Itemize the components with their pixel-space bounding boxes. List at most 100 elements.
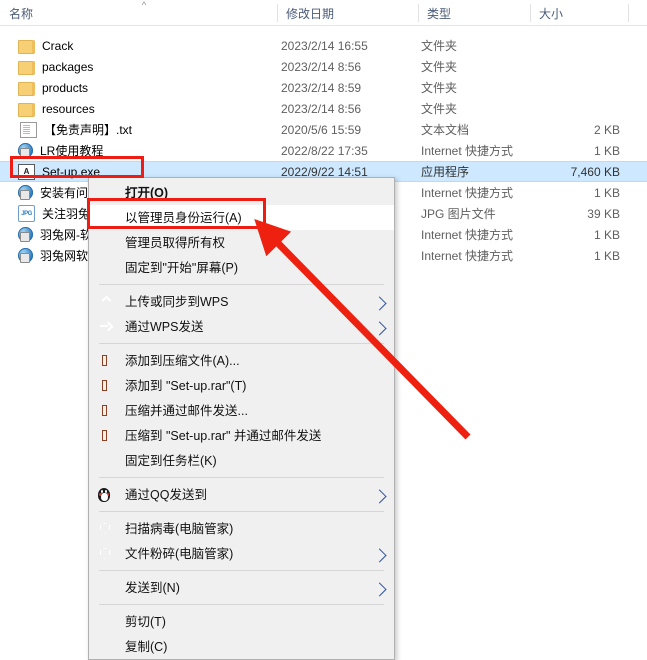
selected-file-highlight-box xyxy=(10,156,144,178)
menu-item[interactable]: 固定到"开始"屏幕(P) xyxy=(89,255,394,280)
menu-item[interactable]: 添加到压缩文件(A)... xyxy=(89,348,394,373)
size-cell: 39 KB xyxy=(587,206,620,221)
submenu-chevron-right-icon xyxy=(372,547,387,563)
menu-item[interactable]: 扫描病毒(电脑管家) xyxy=(89,516,394,541)
menu-item-label: 通过QQ发送到 xyxy=(125,487,207,502)
internet-shortcut-icon xyxy=(18,185,33,200)
menu-item-label: 压缩并通过邮件发送... xyxy=(125,403,248,418)
folder-icon xyxy=(18,81,35,96)
date-modified-cell: 2022/8/22 17:35 xyxy=(281,143,368,158)
menu-item-label: 添加到 "Set-up.rar"(T) xyxy=(125,378,247,393)
winrar-icon xyxy=(97,428,117,444)
date-modified-cell: 2023/2/14 8:56 xyxy=(281,59,362,74)
file-name-label: 【免责声明】.txt xyxy=(44,123,133,137)
file-name-cell[interactable]: 【免责声明】.txt xyxy=(18,121,132,138)
date-modified-cell: 2023/2/14 16:55 xyxy=(281,38,368,53)
internet-shortcut-icon xyxy=(18,248,33,263)
menu-item-label: 文件粉碎(电脑管家) xyxy=(125,546,234,561)
menu-item-label: 管理员取得所有权 xyxy=(125,235,226,250)
pc-manager-shield-icon xyxy=(97,521,117,537)
menu-item[interactable]: 管理员取得所有权 xyxy=(89,230,394,255)
folder-icon xyxy=(18,60,35,75)
file-name-label: resources xyxy=(42,101,95,116)
date-modified-cell: 2023/2/14 8:56 xyxy=(281,101,362,116)
winrar-icon xyxy=(97,378,117,394)
menu-item-label: 复制(C) xyxy=(125,639,168,654)
file-name-label: packages xyxy=(42,59,94,74)
menu-item-label: 上传或同步到WPS xyxy=(125,294,229,309)
internet-shortcut-icon xyxy=(18,227,33,242)
header-underline xyxy=(0,25,647,26)
size-cell: 1 KB xyxy=(593,185,620,200)
menu-item[interactable]: 复制(C) xyxy=(89,634,394,659)
menu-item[interactable]: 压缩并通过邮件发送... xyxy=(89,398,394,423)
menu-item-label: 发送到(N) xyxy=(125,580,180,595)
winrar-icon xyxy=(97,403,117,419)
menu-item[interactable]: 添加到 "Set-up.rar"(T) xyxy=(89,373,394,398)
file-name-cell[interactable]: packages xyxy=(18,59,93,75)
size-cell: 1 KB xyxy=(593,227,620,242)
column-header-type-label: 类型 xyxy=(427,6,452,21)
column-header-date-modified[interactable]: 修改日期 xyxy=(277,0,418,26)
column-header-size-label: 大小 xyxy=(539,6,564,21)
size-cell: 2 KB xyxy=(593,122,620,137)
file-name-label: products xyxy=(42,80,89,95)
table-row[interactable]: products 2023/2/14 8:59 文件夹 xyxy=(0,77,647,98)
table-row[interactable]: 【免责声明】.txt 2020/5/6 15:59 文本文档 2 KB xyxy=(0,119,647,140)
file-name-cell[interactable]: resources xyxy=(18,101,95,117)
file-name-cell[interactable]: products xyxy=(18,80,88,96)
menu-item[interactable]: 上传或同步到WPS xyxy=(89,289,394,314)
jpg-icon: JPG xyxy=(18,205,35,222)
column-header-type[interactable]: 类型 xyxy=(418,0,530,26)
date-modified-cell: 2023/2/14 8:59 xyxy=(281,80,362,95)
menu-item-label: 固定到任务栏(K) xyxy=(125,453,217,468)
menu-item[interactable]: 通过WPS发送 xyxy=(89,314,394,339)
menu-separator xyxy=(99,511,384,512)
run-as-administrator-highlight-box xyxy=(87,198,266,229)
menu-item[interactable]: 压缩到 "Set-up.rar" 并通过邮件发送 xyxy=(89,423,394,448)
folder-icon xyxy=(18,39,35,54)
menu-item-label: 扫描病毒(电脑管家) xyxy=(125,521,234,536)
menu-item-label: 剪切(T) xyxy=(125,614,166,629)
menu-item-label: 添加到压缩文件(A)... xyxy=(125,353,240,368)
type-cell: 文件夹 xyxy=(421,81,458,95)
table-row[interactable]: resources 2023/2/14 8:56 文件夹 xyxy=(0,98,647,119)
submenu-chevron-right-icon xyxy=(372,488,387,504)
menu-separator xyxy=(99,284,384,285)
table-row[interactable]: packages 2023/2/14 8:56 文件夹 xyxy=(0,56,647,77)
column-header-size[interactable]: 大小 xyxy=(530,0,628,26)
menu-item-label: 压缩到 "Set-up.rar" 并通过邮件发送 xyxy=(125,428,322,443)
size-cell: 1 KB xyxy=(593,248,620,263)
sort-ascending-icon: ^ xyxy=(141,0,147,10)
type-cell: 文件夹 xyxy=(421,39,458,53)
menu-icon-placeholder xyxy=(97,453,117,469)
menu-separator xyxy=(99,570,384,571)
date-modified-cell: 2020/5/6 15:59 xyxy=(281,122,362,137)
menu-item[interactable]: 发送到(N) xyxy=(89,575,394,600)
submenu-chevron-right-icon xyxy=(372,295,387,311)
menu-item[interactable]: 通过QQ发送到 xyxy=(89,482,394,507)
menu-icon-placeholder xyxy=(97,639,117,655)
submenu-chevron-right-icon xyxy=(372,581,387,597)
file-name-cell[interactable]: Crack xyxy=(18,38,73,54)
submenu-chevron-right-icon xyxy=(372,320,387,336)
table-row[interactable]: Crack 2023/2/14 16:55 文件夹 xyxy=(0,35,647,56)
wps-send-icon xyxy=(97,319,117,335)
column-divider[interactable] xyxy=(628,4,629,22)
column-header-bar: 名称 ^ 修改日期 类型 大小 xyxy=(0,0,647,26)
menu-icon-placeholder xyxy=(97,614,117,630)
menu-item[interactable]: 固定到任务栏(K) xyxy=(89,448,394,473)
menu-item[interactable]: 剪切(T) xyxy=(89,609,394,634)
size-cell: 7,460 KB xyxy=(570,164,620,179)
size-cell: 1 KB xyxy=(593,143,620,158)
type-cell: 文件夹 xyxy=(421,60,458,74)
menu-icon-placeholder xyxy=(97,580,117,596)
menu-separator xyxy=(99,343,384,344)
menu-item[interactable]: 文件粉碎(电脑管家) xyxy=(89,541,394,566)
wps-cloud-icon xyxy=(97,294,117,310)
qq-icon xyxy=(97,487,117,503)
pc-manager-shield-icon xyxy=(97,546,117,562)
context-menu[interactable]: 打开(O) 以管理员身份运行(A) 管理员取得所有权 固定到"开始"屏幕(P) 上传或同… xyxy=(88,177,395,660)
menu-icon-placeholder xyxy=(97,235,117,251)
type-cell: 文件夹 xyxy=(421,102,458,116)
